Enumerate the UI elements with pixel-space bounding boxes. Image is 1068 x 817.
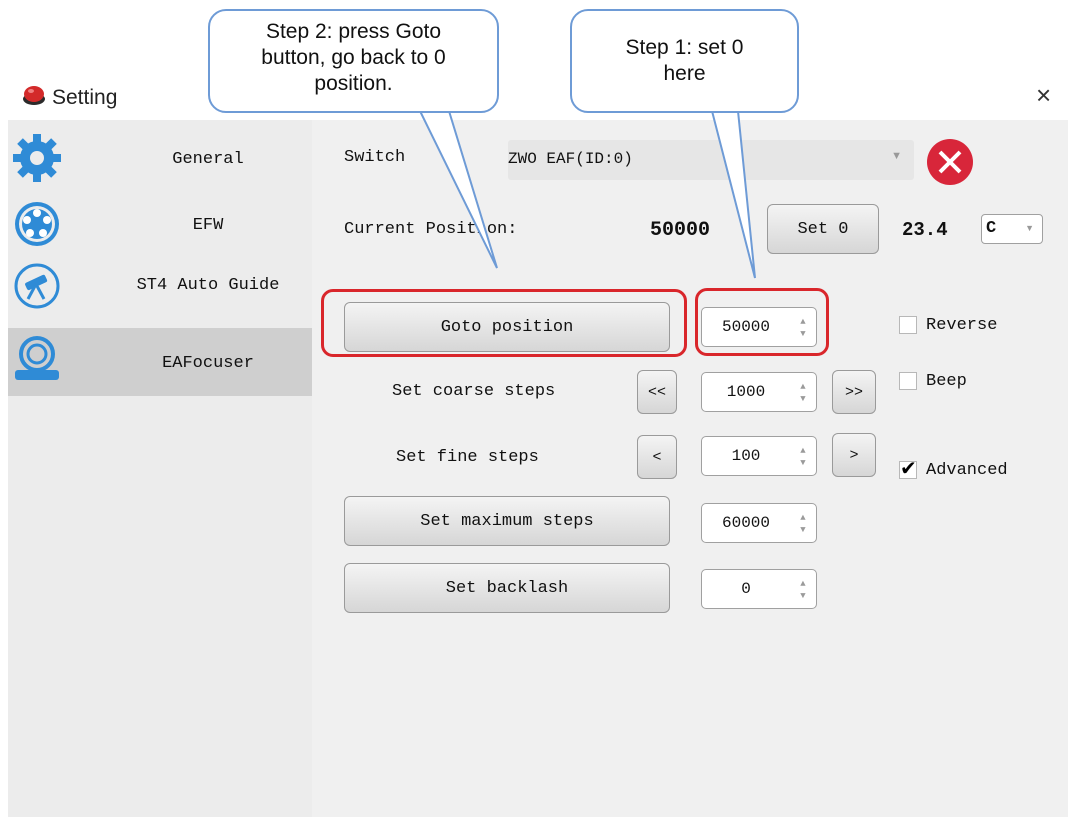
callout-line: Step 2: press Goto (265, 20, 442, 43)
step2-callout: Step 2: press Goto button, go back to 0 … (208, 9, 499, 113)
callout-line: here (663, 62, 706, 85)
callout-pointers (419, 110, 756, 279)
step1-callout: Step 1: set 0 here (570, 9, 799, 113)
callout-line: position. (314, 72, 393, 95)
callout-line: Step 1: set 0 (625, 36, 744, 59)
callout-line: button, go back to 0 (261, 46, 446, 69)
